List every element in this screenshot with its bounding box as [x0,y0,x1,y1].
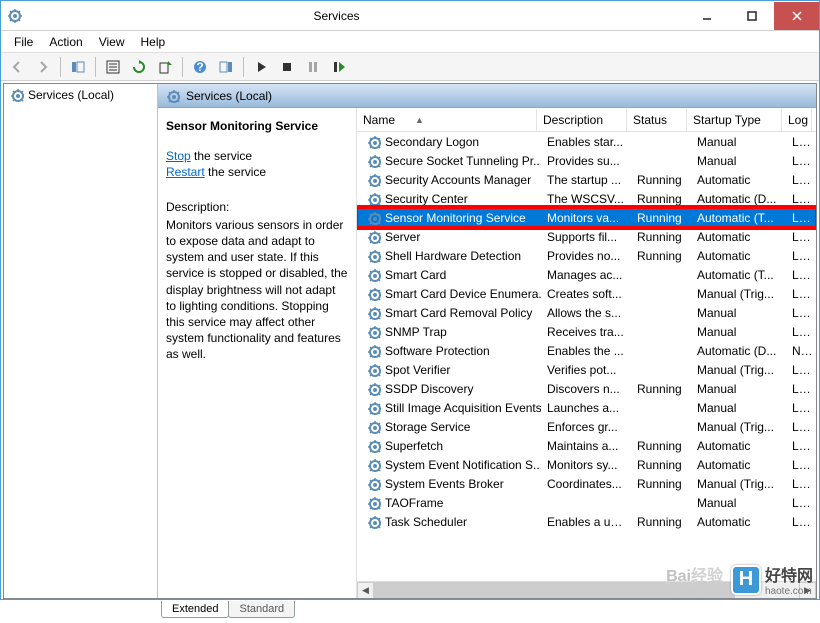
column-description[interactable]: Description [537,109,627,131]
table-row[interactable]: Still Image Acquisition EventsLaunches a… [357,398,816,417]
detail-panel: Sensor Monitoring Service Stop the servi… [158,108,356,598]
tab-extended[interactable]: Extended [161,601,229,618]
menu-bar: File Action View Help [1,31,819,53]
maximize-button[interactable] [729,2,774,30]
table-row[interactable]: Sensor Monitoring ServiceMonitors va...R… [357,208,816,227]
app-icon [7,8,23,24]
gear-icon [367,154,381,168]
gear-icon [367,306,381,320]
stop-link[interactable]: Stop [166,149,191,163]
haote-logo-icon: H [731,565,761,595]
close-button[interactable] [774,2,819,30]
column-startup-type[interactable]: Startup Type [687,109,782,131]
toolbar: ? [1,53,819,81]
gear-icon [367,249,381,263]
gear-icon [367,135,381,149]
menu-help[interactable]: Help [133,33,174,51]
menu-view[interactable]: View [91,33,133,51]
table-row[interactable]: Smart Card Removal PolicyAllows the s...… [357,303,816,322]
gear-icon [367,420,381,434]
tree-node-services-local[interactable]: Services (Local) [6,86,155,104]
gear-icon [367,211,381,225]
table-row[interactable]: SNMP TrapReceives tra...ManualLoc [357,322,816,341]
gear-icon [367,382,381,396]
main-area: Services (Local) Services (Local) Sensor… [3,83,817,599]
title-bar: Services [1,1,819,31]
window-title: Services [29,9,684,23]
table-row[interactable]: Security CenterThe WSCSV...RunningAutoma… [357,189,816,208]
table-row[interactable]: System Event Notification S...Monitors s… [357,455,816,474]
stop-service-button[interactable] [275,55,299,79]
table-row[interactable]: Security Accounts ManagerThe startup ...… [357,170,816,189]
pause-service-button[interactable] [301,55,325,79]
column-log-on-as[interactable]: Log [782,109,812,131]
gear-icon [367,439,381,453]
table-row[interactable]: Secondary LogonEnables star...ManualLoc [357,132,816,151]
list-body[interactable]: Secondary LogonEnables star...ManualLocS… [357,132,816,581]
gear-icon [367,344,381,358]
table-row[interactable]: Secure Socket Tunneling Pr...Provides su… [357,151,816,170]
restart-service-button[interactable] [327,55,351,79]
sort-ascending-icon: ▲ [415,115,424,125]
table-row[interactable]: Shell Hardware DetectionProvides no...Ru… [357,246,816,265]
show-hide-action-pane-button[interactable] [214,55,238,79]
table-row[interactable]: Spot VerifierVerifies pot...Manual (Trig… [357,360,816,379]
gear-icon [367,477,381,491]
export-button[interactable] [153,55,177,79]
table-row[interactable]: Software ProtectionEnables the ...Automa… [357,341,816,360]
start-service-button[interactable] [249,55,273,79]
column-status[interactable]: Status [627,109,687,131]
menu-file[interactable]: File [6,33,41,51]
gear-icon [367,230,381,244]
tab-standard[interactable]: Standard [228,601,295,618]
refresh-button[interactable] [127,55,151,79]
table-row[interactable]: SSDP DiscoveryDiscovers n...RunningManua… [357,379,816,398]
gear-icon [367,515,381,529]
table-row[interactable]: TAOFrameManualLoc [357,493,816,512]
gear-icon [367,401,381,415]
table-row[interactable]: Smart CardManages ac...Automatic (T...Lo… [357,265,816,284]
table-row[interactable]: Smart Card Device Enumera...Creates soft… [357,284,816,303]
table-row[interactable]: Storage ServiceEnforces gr...Manual (Tri… [357,417,816,436]
properties-button[interactable] [101,55,125,79]
table-row[interactable]: System Events BrokerCoordinates...Runnin… [357,474,816,493]
show-hide-tree-button[interactable] [66,55,90,79]
gear-icon [367,325,381,339]
scroll-left-button[interactable]: ◀ [357,582,374,599]
restart-link[interactable]: Restart [166,165,205,179]
gear-icon [367,173,381,187]
table-row[interactable]: Task SchedulerEnables a us...RunningAuto… [357,512,816,531]
gear-icon [10,88,24,102]
gear-icon [367,363,381,377]
view-tabs: Extended Standard [1,601,819,623]
gear-icon [367,287,381,301]
table-row[interactable]: SuperfetchMaintains a...RunningAutomatic… [357,436,816,455]
list-header: Name▲ Description Status Startup Type Lo… [357,108,816,132]
menu-action[interactable]: Action [41,33,90,51]
panel-header: Services (Local) [158,84,816,108]
svg-text:?: ? [196,60,203,74]
back-button[interactable] [5,55,29,79]
tree-node-label: Services (Local) [28,88,114,102]
gear-icon [367,192,381,206]
gear-icon [166,89,180,103]
right-pane: Services (Local) Sensor Monitoring Servi… [158,84,816,598]
watermark: Bai经验 jingyan H 好特网 haote.com [666,562,813,597]
console-tree: Services (Local) [4,84,158,598]
description-text: Monitors various sensors in order to exp… [166,217,348,363]
description-label: Description: [166,199,348,215]
minimize-button[interactable] [684,2,729,30]
gear-icon [367,268,381,282]
table-row[interactable]: ServerSupports fil...RunningAutomaticLoc [357,227,816,246]
help-button[interactable]: ? [188,55,212,79]
forward-button[interactable] [31,55,55,79]
gear-icon [367,496,381,510]
service-list: Name▲ Description Status Startup Type Lo… [356,108,816,598]
gear-icon [367,458,381,472]
column-name[interactable]: Name▲ [357,109,537,131]
panel-header-title: Services (Local) [186,89,272,103]
selected-service-name: Sensor Monitoring Service [166,118,348,134]
